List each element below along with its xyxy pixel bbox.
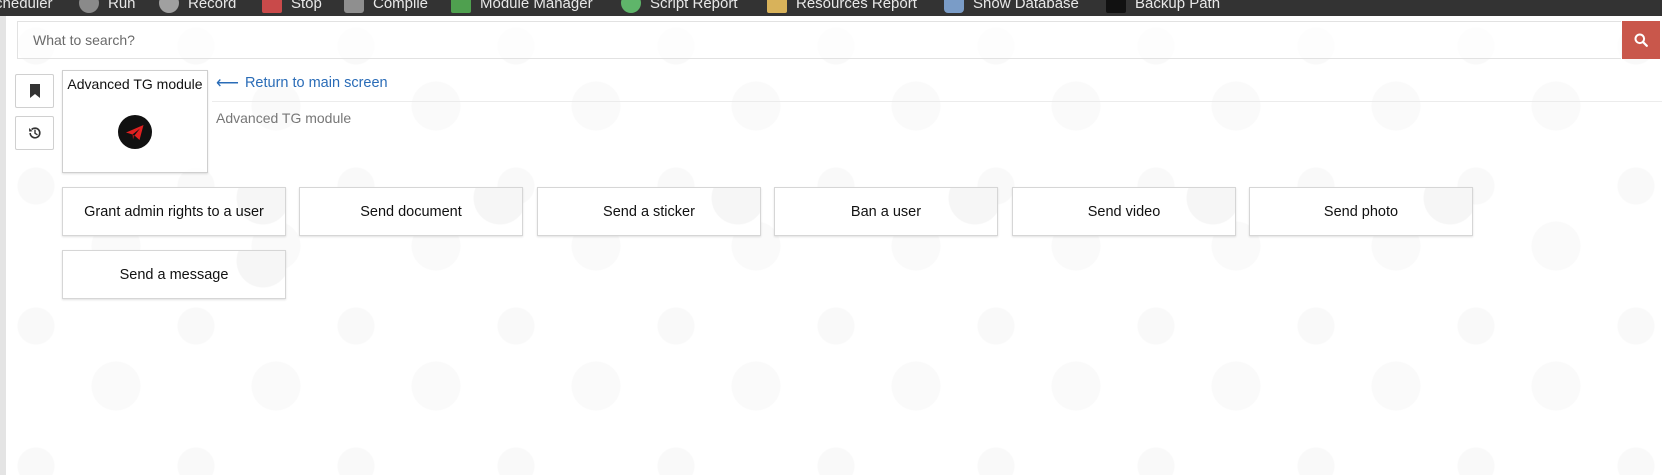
- compile-icon: [344, 0, 364, 13]
- module-subtitle: Advanced TG module: [216, 110, 352, 126]
- return-to-main-link[interactable]: ⟵ Return to main screen: [216, 73, 388, 93]
- toolbar-label: Run: [108, 0, 136, 12]
- toolbar-stop[interactable]: Stop: [262, 0, 322, 13]
- toolbar-compile[interactable]: Compile: [344, 0, 428, 13]
- top-toolbar: Scheduler Run Record Stop Compile Module…: [0, 0, 1662, 16]
- header-divider: [212, 101, 1662, 102]
- search-icon: [1634, 33, 1648, 47]
- module-card-title: Advanced TG module: [67, 76, 203, 92]
- toolbar-label: Scheduler: [0, 0, 53, 12]
- folder-icon: [767, 0, 787, 13]
- arrow-left-icon: ⟵: [216, 75, 239, 92]
- bookmark-icon: [29, 84, 40, 98]
- bookmark-button[interactable]: [15, 74, 54, 108]
- toolbar-label: Module Manager: [480, 0, 593, 12]
- toolbar-backup-path[interactable]: Backup Path: [1106, 0, 1220, 13]
- toolbar-label: Script Report: [650, 0, 738, 12]
- telegram-icon: [118, 115, 152, 149]
- ban-user-button[interactable]: Ban a user: [774, 187, 998, 236]
- module-card[interactable]: Advanced TG module: [62, 70, 208, 173]
- toolbar-run[interactable]: Run: [79, 0, 136, 13]
- search-button[interactable]: [1622, 21, 1660, 59]
- grant-admin-rights-button[interactable]: Grant admin rights to a user: [62, 187, 286, 236]
- send-message-button[interactable]: Send a message: [62, 250, 286, 299]
- send-document-button[interactable]: Send document: [299, 187, 523, 236]
- history-button[interactable]: [15, 116, 54, 150]
- toolbar-scheduler[interactable]: Scheduler: [0, 0, 53, 13]
- send-sticker-button[interactable]: Send a sticker: [537, 187, 761, 236]
- toolbar-module-manager[interactable]: Module Manager: [451, 0, 593, 13]
- toolbar-record[interactable]: Record: [159, 0, 236, 13]
- stop-icon: [262, 0, 282, 13]
- home-icon: [451, 0, 471, 13]
- toolbar-label: Resources Report: [796, 0, 917, 12]
- toolbar-label: Backup Path: [1135, 0, 1221, 12]
- history-icon: [28, 127, 41, 139]
- toolbar-label: Stop: [291, 0, 322, 12]
- leaf-icon: [621, 0, 641, 13]
- toolbar-show-database[interactable]: Show Database: [944, 0, 1079, 13]
- send-video-button[interactable]: Send video: [1012, 187, 1236, 236]
- toolbar-script-report[interactable]: Script Report: [621, 0, 738, 13]
- drive-icon: [1106, 0, 1126, 13]
- toolbar-label: Show Database: [973, 0, 1079, 12]
- send-photo-button[interactable]: Send photo: [1249, 187, 1473, 236]
- play-icon: [79, 0, 99, 13]
- record-icon: [159, 0, 179, 13]
- return-link-label: Return to main screen: [244, 75, 388, 91]
- toolbar-resources-report[interactable]: Resources Report: [767, 0, 917, 13]
- toolbar-label: Compile: [373, 0, 429, 12]
- search-input[interactable]: [17, 21, 1621, 59]
- toolbar-label: Record: [188, 0, 237, 12]
- database-icon: [944, 0, 964, 13]
